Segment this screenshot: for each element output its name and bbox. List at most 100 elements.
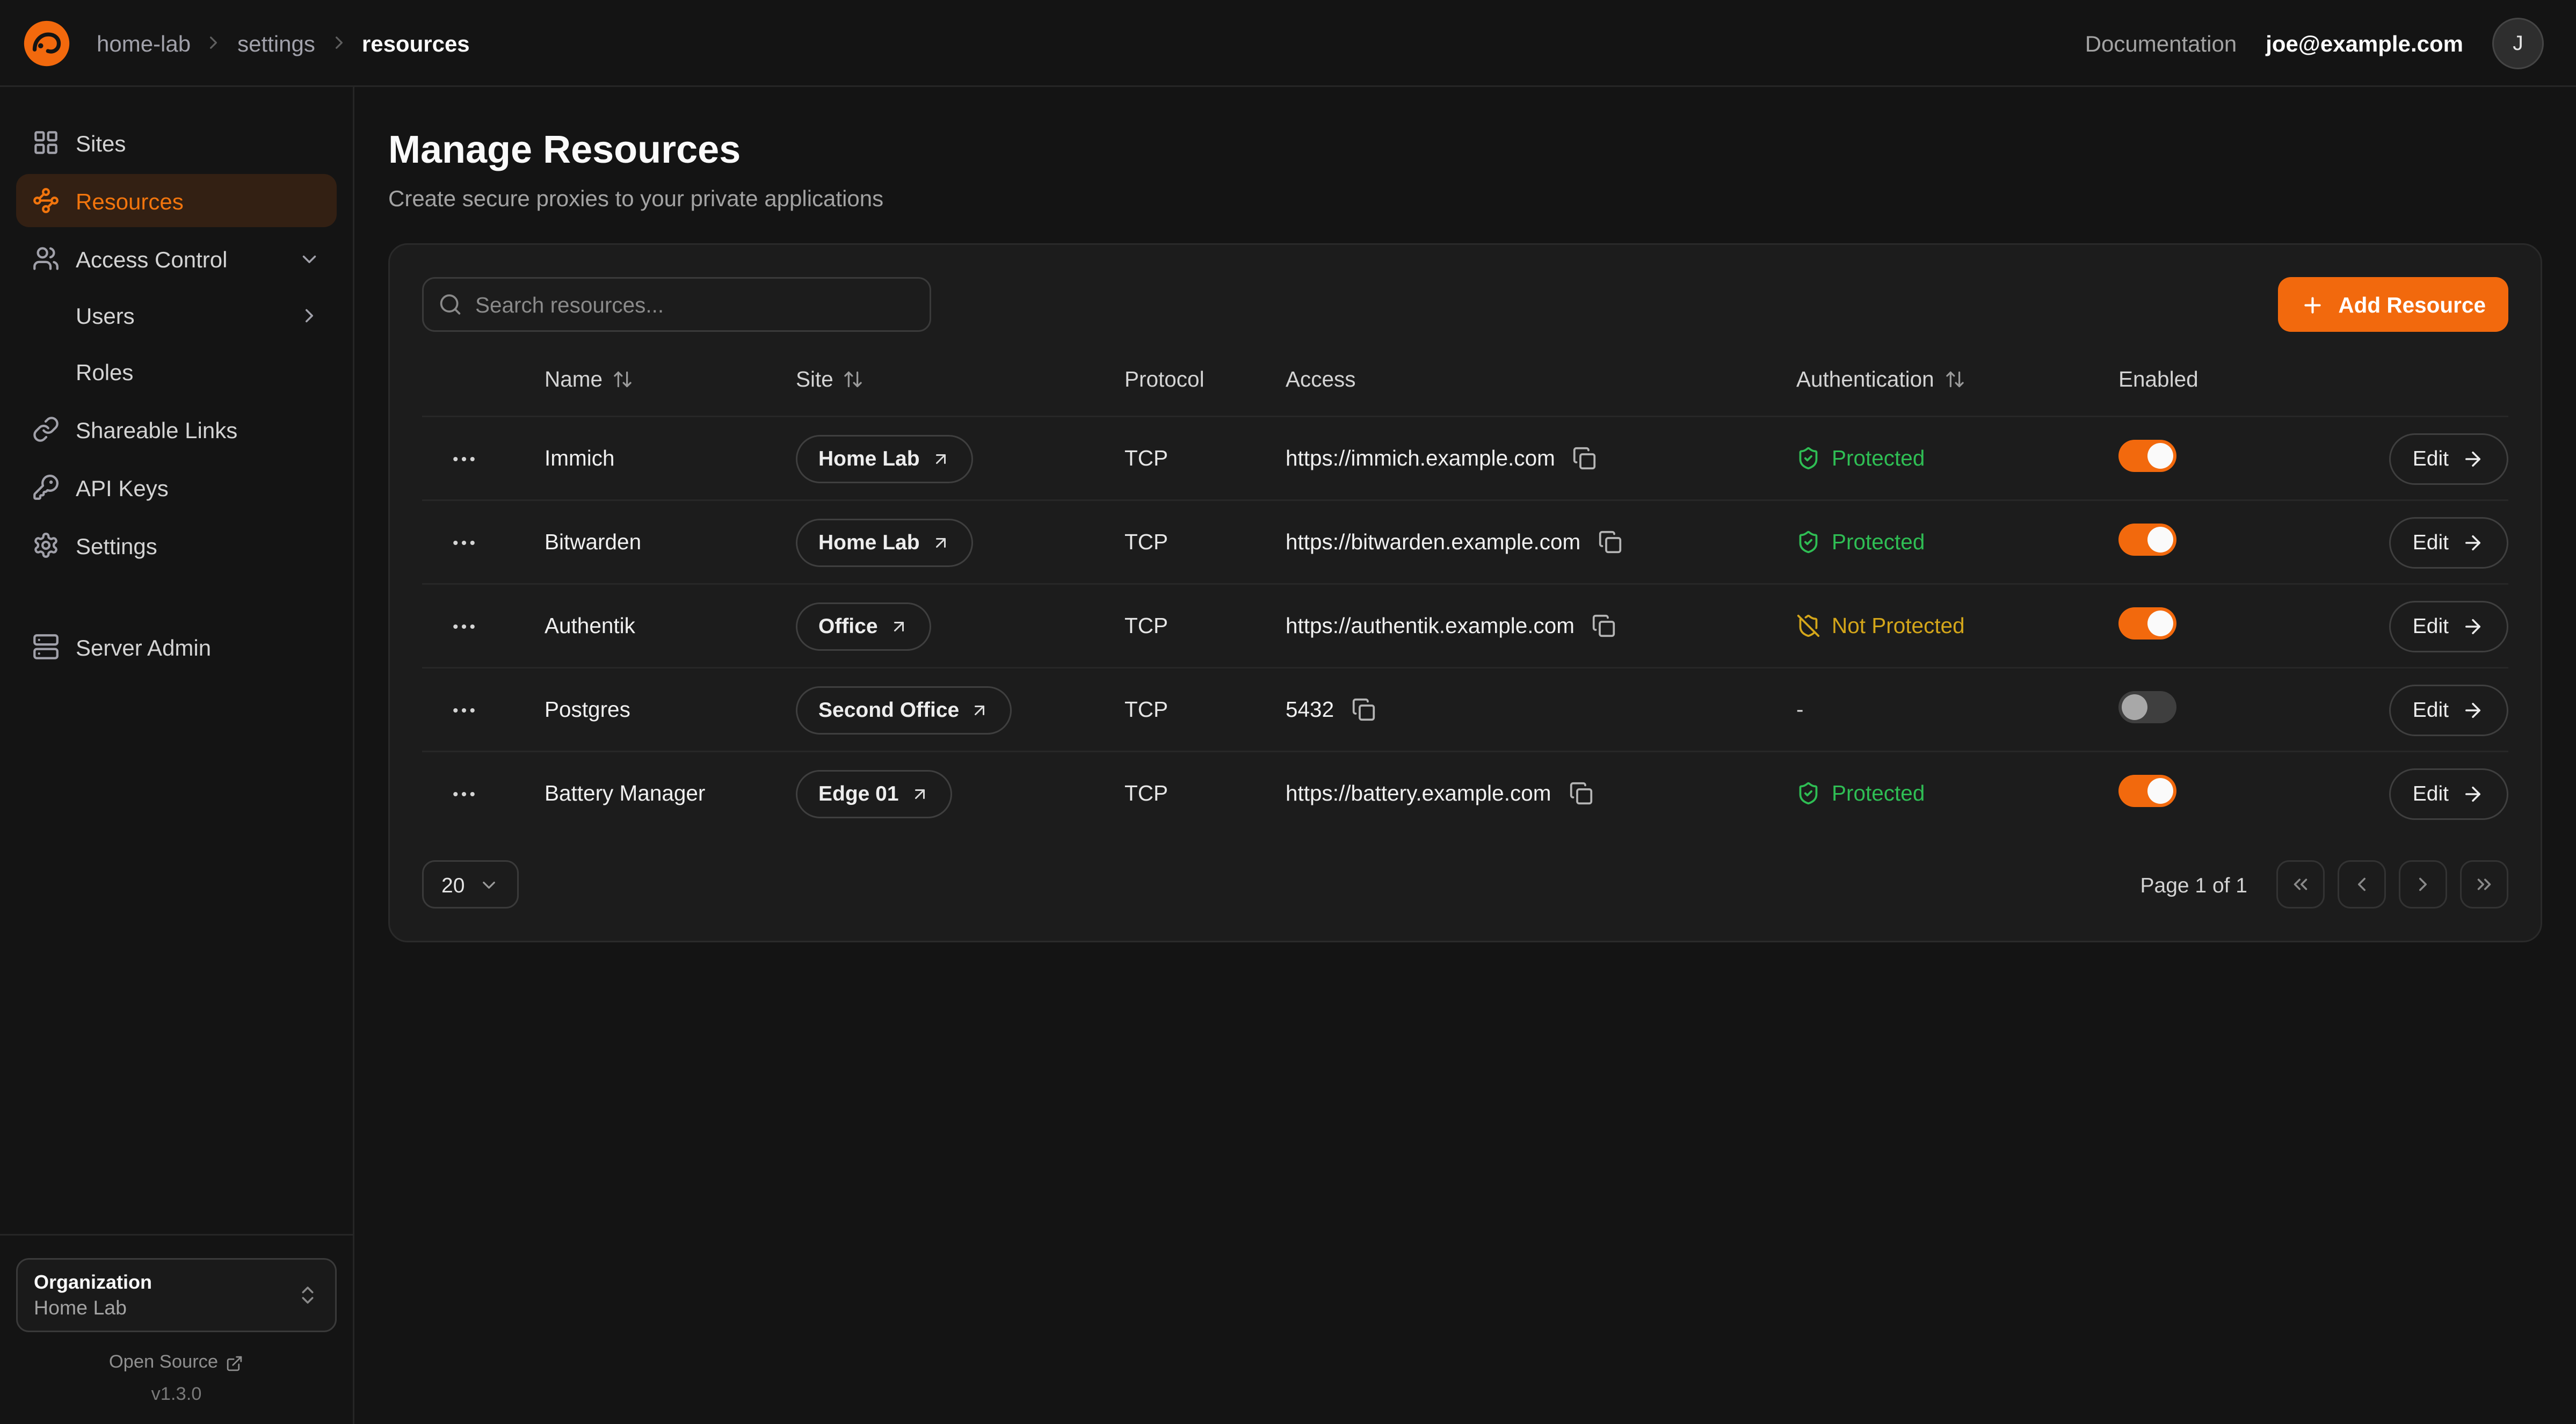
sidebar-item-access-control[interactable]: Access Control — [16, 232, 337, 285]
user-avatar[interactable]: J — [2492, 17, 2544, 69]
breadcrumb-item-settings[interactable]: settings — [237, 30, 315, 56]
auth-status-badge: Protected — [1796, 781, 2118, 805]
chevron-down-icon — [298, 248, 321, 270]
page-size-select[interactable]: 20 — [422, 860, 519, 909]
sidebar-item-roles[interactable]: Roles — [16, 346, 337, 398]
sidebar-item-label: Sites — [76, 130, 126, 156]
documentation-link[interactable]: Documentation — [2085, 30, 2237, 56]
copy-button[interactable] — [1570, 443, 1600, 474]
column-header-enabled: Enabled — [2118, 367, 2296, 391]
copy-icon — [1569, 781, 1593, 805]
auth-status-badge: Not Protected — [1796, 614, 2118, 638]
resource-name: Bitwarden — [545, 530, 796, 554]
add-resource-button[interactable]: Add Resource — [2279, 277, 2508, 332]
app-logo-icon[interactable] — [23, 19, 71, 67]
next-page-button[interactable] — [2399, 860, 2447, 909]
row-menu-button[interactable] — [443, 607, 485, 645]
shield-check-icon — [1796, 446, 1820, 470]
version-label: v1.3.0 — [16, 1385, 337, 1405]
row-menu-button[interactable] — [443, 523, 485, 562]
resource-protocol: TCP — [1124, 614, 1286, 638]
site-link-button[interactable]: Edge 01 — [796, 769, 952, 818]
arrow-up-right-icon — [910, 784, 930, 803]
site-link-button[interactable]: Home Lab — [796, 518, 973, 566]
previous-page-button[interactable] — [2338, 860, 2386, 909]
auth-status-badge: Protected — [1796, 446, 2118, 470]
breadcrumb: home-lab settings resources — [97, 30, 470, 56]
ellipsis-icon — [449, 779, 478, 808]
chevron-right-icon — [298, 304, 321, 327]
nav-section-gap — [16, 577, 337, 615]
table-row: Postgres Second Office TCP 5432 - Edit — [422, 667, 2508, 751]
edit-button[interactable]: Edit — [2389, 768, 2508, 819]
waypoints-icon — [32, 187, 60, 214]
breadcrumb-item-org[interactable]: home-lab — [97, 30, 191, 56]
open-source-link[interactable]: Open Source — [16, 1353, 337, 1372]
column-header-name[interactable]: Name — [545, 367, 796, 391]
auth-status-badge: - — [1796, 698, 2118, 722]
enabled-toggle[interactable] — [2118, 775, 2176, 807]
sidebar-item-label: Resources — [76, 188, 184, 214]
arrow-up-right-icon — [970, 700, 990, 720]
column-header-authentication[interactable]: Authentication — [1796, 367, 2118, 391]
resource-name: Postgres — [545, 698, 796, 722]
ellipsis-icon — [449, 612, 478, 641]
organization-value: Home Lab — [34, 1297, 152, 1319]
edit-button[interactable]: Edit — [2389, 433, 2508, 484]
chevron-down-icon — [479, 874, 500, 895]
resource-access-url: https://battery.example.com — [1286, 781, 1551, 805]
site-link-button[interactable]: Second Office — [796, 686, 1012, 734]
sidebar-item-shareable-links[interactable]: Shareable Links — [16, 403, 337, 456]
first-page-button[interactable] — [2276, 860, 2325, 909]
last-page-button[interactable] — [2460, 860, 2508, 909]
key-icon — [32, 474, 60, 501]
search-box — [422, 277, 931, 332]
ellipsis-icon — [449, 444, 478, 473]
arrow-right-icon — [2462, 447, 2484, 470]
resource-protocol: TCP — [1124, 530, 1286, 554]
open-source-label: Open Source — [109, 1353, 218, 1372]
sidebar-item-label: Roles — [76, 359, 133, 385]
topbar: home-lab settings resources Documentatio… — [0, 0, 2576, 87]
resource-protocol: TCP — [1124, 698, 1286, 722]
copy-button[interactable] — [1589, 611, 1620, 641]
enabled-toggle[interactable] — [2118, 524, 2176, 556]
copy-button[interactable] — [1565, 778, 1596, 809]
chevrons-up-down-icon — [296, 1284, 319, 1306]
edit-button[interactable]: Edit — [2389, 517, 2508, 568]
edit-button[interactable]: Edit — [2389, 600, 2508, 652]
sidebar-item-sites[interactable]: Sites — [16, 116, 337, 169]
sidebar-item-api-keys[interactable]: API Keys — [16, 461, 337, 514]
enabled-toggle[interactable] — [2118, 691, 2176, 723]
sort-icon — [1944, 368, 1965, 389]
sidebar-item-resources[interactable]: Resources — [16, 174, 337, 227]
external-link-icon — [226, 1354, 244, 1372]
breadcrumb-item-current: resources — [362, 30, 470, 56]
copy-button[interactable] — [1595, 527, 1626, 557]
table-row: Bitwarden Home Lab TCP https://bitwarden… — [422, 499, 2508, 583]
resource-access-url: https://immich.example.com — [1286, 446, 1555, 470]
search-input[interactable] — [422, 277, 931, 332]
edit-button[interactable]: Edit — [2389, 684, 2508, 736]
arrow-right-icon — [2462, 531, 2484, 554]
row-menu-button[interactable] — [443, 774, 485, 813]
site-link-button[interactable]: Home Lab — [796, 434, 973, 483]
resource-access-url: https://authentik.example.com — [1286, 614, 1574, 638]
sidebar-item-settings[interactable]: Settings — [16, 519, 337, 572]
column-header-site[interactable]: Site — [796, 367, 1124, 391]
column-header-protocol: Protocol — [1124, 367, 1286, 391]
enabled-toggle[interactable] — [2118, 607, 2176, 640]
copy-button[interactable] — [1348, 694, 1379, 725]
enabled-toggle[interactable] — [2118, 440, 2176, 472]
users-icon — [32, 245, 60, 272]
gear-icon — [32, 532, 60, 559]
sidebar: Sites Resources Access Control — [0, 87, 354, 1424]
sidebar-item-server-admin[interactable]: Server Admin — [16, 620, 337, 673]
site-link-button[interactable]: Office — [796, 602, 931, 650]
row-menu-button[interactable] — [443, 691, 485, 729]
chevron-right-icon — [328, 32, 349, 53]
organization-selector[interactable]: Organization Home Lab — [16, 1258, 337, 1332]
row-menu-button[interactable] — [443, 439, 485, 478]
main-content: Manage Resources Create secure proxies t… — [354, 87, 2576, 1424]
sidebar-item-users[interactable]: Users — [16, 290, 337, 342]
